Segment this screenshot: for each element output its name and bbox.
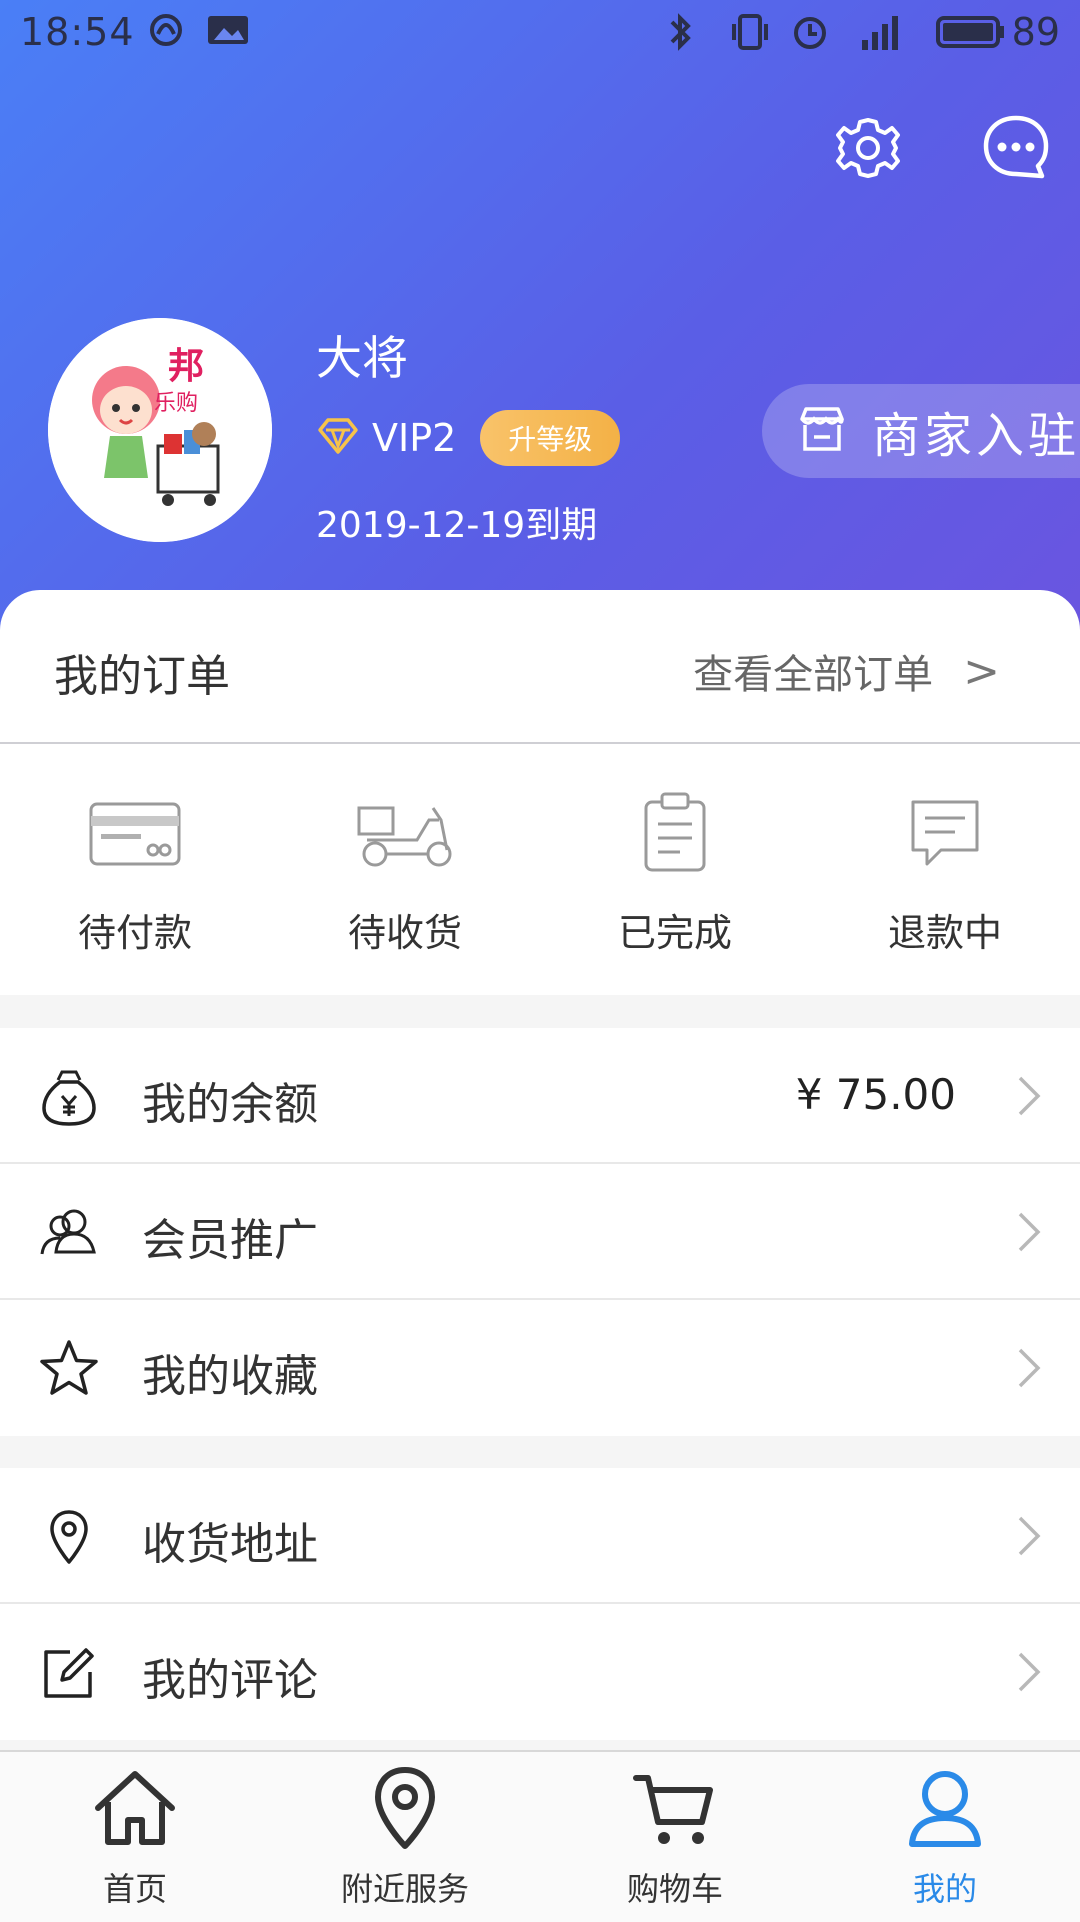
merchant-join-label: 商家入驻 <box>872 408 1080 464</box>
tab-mine-label: 我的 <box>912 1870 977 1908</box>
balance-label: 我的余额 <box>142 1079 318 1130</box>
tab-home[interactable]: 首页 <box>0 1764 270 1914</box>
member-promotion-label: 会员推广 <box>142 1215 318 1266</box>
map-pin-icon <box>360 1764 450 1858</box>
message-icon <box>907 790 983 878</box>
order-pending-payment[interactable]: 待付款 <box>0 790 270 970</box>
netease-icon <box>148 12 184 57</box>
chevron-right-icon <box>1014 1072 1044 1120</box>
menu-row-reviews[interactable]: 我的评论 <box>0 1604 1080 1740</box>
tab-cart[interactable]: 购物车 <box>540 1764 810 1914</box>
users-icon <box>38 1202 100 1264</box>
cart-icon <box>630 1764 720 1858</box>
vip-expiry: 2019-12-19到期 <box>316 505 598 546</box>
avatar[interactable]: 邦 乐购 <box>48 318 272 542</box>
favorites-label: 我的收藏 <box>142 1351 318 1402</box>
tab-cart-label: 购物车 <box>626 1870 723 1908</box>
order-pending-receipt-label: 待收货 <box>347 911 462 955</box>
scooter-icon <box>355 790 455 878</box>
gear-icon[interactable] <box>832 112 904 184</box>
svg-text:乐购: 乐购 <box>154 391 198 416</box>
merchant-join-button[interactable]: 商家入驻 <box>762 384 1080 478</box>
divider <box>0 742 1080 744</box>
star-icon <box>38 1338 100 1400</box>
balance-value: ¥ 75.00 <box>795 1070 956 1119</box>
chevron-right-icon <box>1014 1208 1044 1256</box>
menu-row-favorites[interactable]: 我的收藏 <box>0 1300 1080 1436</box>
tab-nearby[interactable]: 附近服务 <box>270 1764 540 1914</box>
home-icon <box>90 1764 180 1858</box>
edit-icon <box>38 1642 100 1704</box>
tab-nearby-label: 附近服务 <box>340 1870 469 1908</box>
menu-group-account: 我的余额 ¥ 75.00 会员推广 我的收藏 <box>0 1028 1080 1436</box>
location-pin-icon <box>38 1506 100 1568</box>
money-bag-icon <box>38 1066 100 1128</box>
vip-row: VIP2 升等级 <box>316 410 621 466</box>
menu-group-other: 收货地址 我的评论 <box>0 1468 1080 1740</box>
vip-level: VIP2 <box>372 416 457 460</box>
alarm-icon <box>790 12 830 61</box>
address-label: 收货地址 <box>142 1519 318 1570</box>
order-refunding[interactable]: 退款中 <box>810 790 1080 970</box>
diamond-icon <box>316 416 360 460</box>
signal-4g-icon <box>858 12 908 61</box>
order-pending-receipt[interactable]: 待收货 <box>270 790 540 970</box>
chevron-right-icon <box>1014 1344 1044 1392</box>
profile-header: 18:54 89 邦 乐购 大将 VIP2 升等级 2019-12-19到期 商… <box>0 0 1080 640</box>
order-pending-payment-label: 待付款 <box>77 911 192 955</box>
view-all-orders-label: 查看全部订单 <box>693 652 934 698</box>
status-time: 18:54 <box>20 10 135 54</box>
chat-bubble-icon[interactable] <box>980 112 1052 184</box>
menu-row-member-promotion[interactable]: 会员推广 <box>0 1164 1080 1300</box>
order-refunding-label: 退款中 <box>887 911 1002 955</box>
image-icon <box>206 12 250 57</box>
order-completed[interactable]: 已完成 <box>540 790 810 970</box>
orders-title: 我的订单 <box>54 651 230 702</box>
battery-level: 89 <box>1011 10 1060 54</box>
username: 大将 <box>316 331 408 385</box>
orders-card: 我的订单 查看全部订单 > 待付款 待收货 已完成 退款中 <box>0 590 1080 995</box>
reviews-label: 我的评论 <box>142 1655 318 1706</box>
chevron-right-icon <box>1014 1648 1044 1696</box>
bottom-tab-bar: 首页 附近服务 购物车 我的 <box>0 1750 1080 1922</box>
store-icon <box>796 403 848 459</box>
bluetooth-icon <box>664 12 700 61</box>
card-icon <box>87 790 183 878</box>
svg-text:邦: 邦 <box>168 346 204 387</box>
upgrade-button[interactable]: 升等级 <box>480 410 621 466</box>
view-all-arrow: > <box>963 645 1000 697</box>
user-icon <box>900 1764 990 1858</box>
order-completed-label: 已完成 <box>617 911 732 955</box>
chevron-right-icon <box>1014 1512 1044 1560</box>
menu-row-address[interactable]: 收货地址 <box>0 1468 1080 1604</box>
tab-mine[interactable]: 我的 <box>810 1764 1080 1914</box>
view-all-orders-link[interactable]: 查看全部订单 > <box>693 642 1000 700</box>
battery-icon <box>934 12 1006 61</box>
status-bar: 18:54 89 <box>0 0 1080 64</box>
vibrate-icon <box>730 12 770 61</box>
clipboard-icon <box>640 790 710 878</box>
tab-home-label: 首页 <box>102 1870 167 1908</box>
menu-row-balance[interactable]: 我的余额 ¥ 75.00 <box>0 1028 1080 1164</box>
